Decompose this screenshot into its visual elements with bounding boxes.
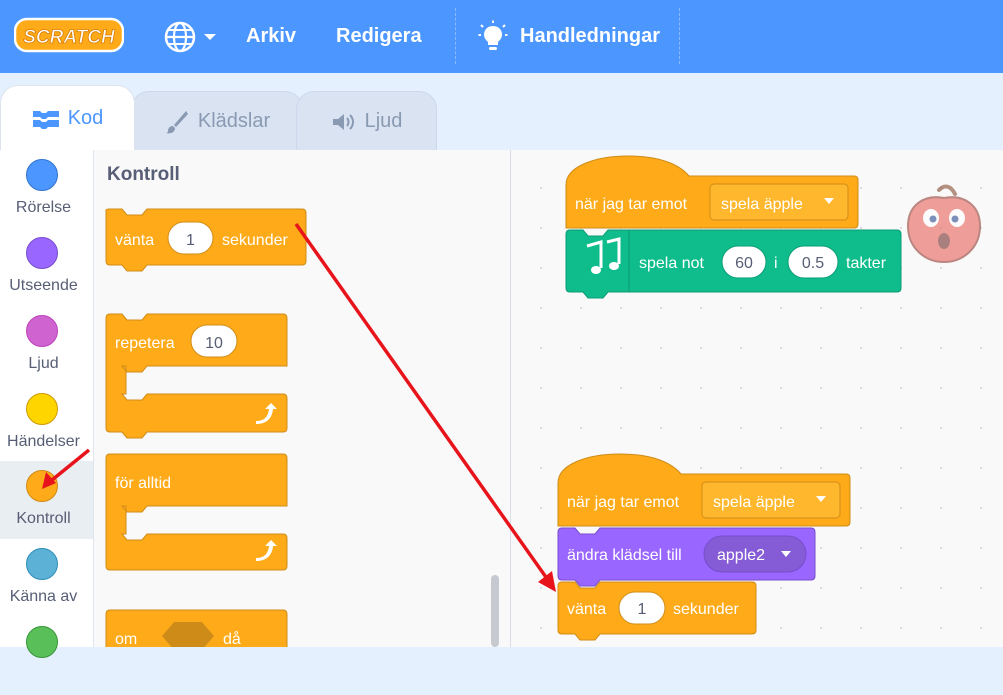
repeat-label: repetera [115,335,175,352]
category-events-dot [26,393,58,425]
wait-unit-label: sekunder [222,232,288,249]
costume-dropdown[interactable]: apple2 [703,535,807,573]
when-receive-label: när jag tar emot [567,494,680,511]
globe-icon [164,21,196,52]
menu-bar: SCRATCH Arkiv Redigera Handledningar [0,0,1003,73]
switch-costume-label: ändra klädsel till [567,547,682,564]
category-operators-dot [26,626,58,658]
category-events-label: Händelser [7,433,80,450]
palette-scrollbar[interactable] [491,575,499,647]
logo-text: SCRATCH [23,27,116,48]
category-control-dot [26,470,58,502]
palette-if-block[interactable]: om då [105,609,288,647]
forever-label: för alltid [115,475,171,492]
category-events[interactable]: Händelser [0,384,93,462]
broadcast-dropdown[interactable]: spela äpple [701,481,841,519]
costume-dropdown-value: apple2 [717,547,765,564]
category-operators[interactable] [0,617,93,695]
menu-tutorials-label: Handledningar [520,25,661,47]
category-motion-dot [26,159,58,191]
tab-costumes-label: Klädslar [197,110,271,132]
editor-tabs: Klädslar Ljud Kod [0,73,1003,151]
tab-sounds[interactable]: Ljud [296,91,437,151]
category-sound-label: Ljud [28,355,59,372]
beats-value: 0.5 [802,255,824,272]
when-receive-label: när jag tar emot [575,196,688,213]
category-motion-label: Rörelse [15,199,72,216]
tab-costumes[interactable]: Klädslar [131,91,303,151]
block-palette: Kontroll vänta 1 sekunder repetera 10 fö… [94,150,511,647]
wait-label: vänta [115,232,154,249]
menu-file[interactable]: Arkiv [246,0,296,73]
palette-blocks: vänta 1 sekunder repetera 10 för alltid … [105,208,307,647]
category-menu: Rörelse Utseende Ljud Händelser Kontroll… [0,150,94,658]
category-sensing-label: Känna av [9,588,78,605]
category-motion[interactable]: Rörelse [0,150,93,228]
palette-wait-block[interactable]: vänta 1 sekunder [105,208,307,272]
tab-sounds-label: Ljud [364,110,403,132]
wait-unit-label: sekunder [673,601,739,618]
category-sound-dot [26,315,58,347]
palette-forever-block[interactable]: för alltid [105,453,288,571]
menu-edit[interactable]: Redigera [336,0,422,73]
script-2[interactable]: när jag tar emot spela äpple ändra kläds… [557,453,851,641]
category-control-label: Kontroll [16,510,71,527]
broadcast-dropdown[interactable]: spela äpple [709,183,849,221]
workspace-scripts: när jag tar emot spela äpple spela not 6… [557,155,982,641]
script-1[interactable]: när jag tar emot spela äpple spela not 6… [565,155,902,299]
category-looks[interactable]: Utseende [0,228,93,306]
code-icon [32,110,59,129]
palette-repeat-block[interactable]: repetera 10 [105,313,288,439]
tab-code-label: Kod [67,107,104,129]
note-value: 60 [735,255,753,272]
language-menu[interactable] [162,0,218,73]
if-label: om [115,631,137,647]
wait-seconds-value: 1 [638,601,647,618]
menu-separator [679,8,680,64]
chevron-down-icon [204,33,216,40]
brush-icon [165,110,188,133]
apple-sprite-icon [906,184,982,264]
repeat-count-value: 10 [205,335,223,352]
tab-code[interactable]: Kod [0,85,135,151]
play-note-for-label: i [774,255,778,272]
play-note-label: spela not [639,255,704,272]
if-then-label: då [223,630,241,647]
broadcast-dropdown-value: spela äpple [721,196,803,213]
speaker-icon [332,113,354,130]
category-sound[interactable]: Ljud [0,306,93,384]
category-looks-label: Utseende [9,277,78,294]
wait-seconds-value: 1 [186,232,195,249]
broadcast-dropdown-value: spela äpple [713,494,795,511]
beats-unit-label: takter [846,255,887,272]
category-looks-dot [26,237,58,269]
menu-separator [455,8,456,64]
code-workspace[interactable]: när jag tar emot spela äpple spela not 6… [511,150,1003,647]
wait-label: vänta [567,601,606,618]
lightbulb-icon [478,20,508,50]
category-sensing[interactable]: Känna av [0,539,93,617]
scratch-logo[interactable]: SCRATCH [14,17,124,53]
category-sensing-dot [26,548,58,580]
menu-tutorials[interactable]: Handledningar [478,0,660,73]
category-control[interactable]: Kontroll [0,461,93,539]
